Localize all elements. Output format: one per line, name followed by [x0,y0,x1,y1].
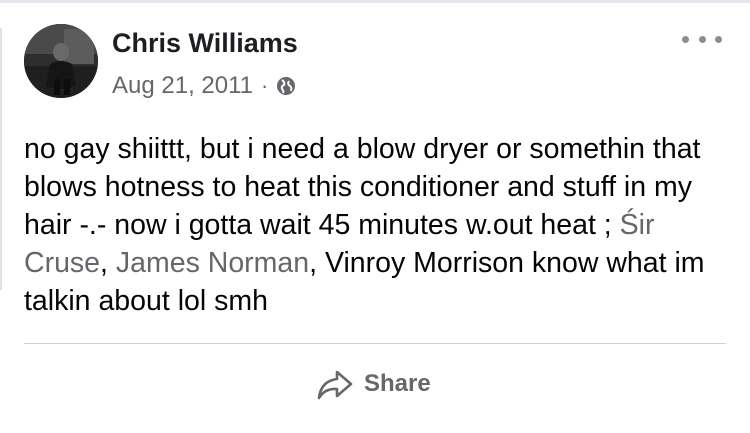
avatar-photo [24,24,98,98]
post-text: no gay shiittt, but i need a blow dryer … [24,133,701,241]
left-border [0,28,2,290]
mention-link[interactable]: James Norman [116,247,309,279]
author-name[interactable]: Chris Williams [112,26,298,60]
top-border [0,0,750,3]
meta-separator: · [261,73,269,98]
action-divider [24,343,726,344]
share-button[interactable]: Share [316,362,431,406]
post-meta: Aug 21, 2011 · [112,70,296,102]
post-date[interactable]: Aug 21, 2011 [112,72,253,100]
more-dot [715,35,722,43]
share-arrow-icon [316,367,354,401]
more-horizontal-icon[interactable] [682,26,722,52]
avatar[interactable] [24,24,98,98]
more-dot [682,35,689,43]
globe-icon[interactable] [276,76,296,96]
post-text: , [100,247,116,279]
share-label: Share [364,370,431,397]
more-dot [698,35,706,43]
post-body: no gay shiittt, but i need a blow dryer … [24,130,739,320]
